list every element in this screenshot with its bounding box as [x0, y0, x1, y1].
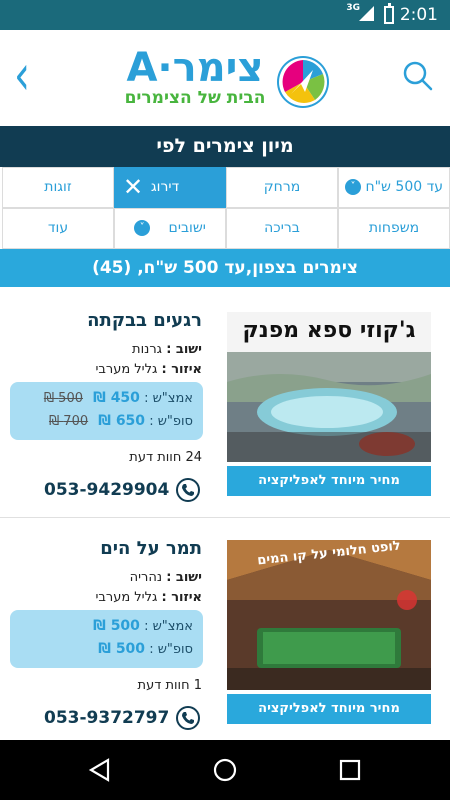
weekend-price-row: סופ"ש : 500 ₪ [18, 641, 193, 657]
close-icon[interactable]: ✕ [123, 168, 143, 207]
listing-title[interactable]: תמר על הים [12, 538, 202, 559]
settlement-label: ישוב : [166, 342, 202, 357]
network-type: 3G [346, 3, 360, 13]
recents-square-icon[interactable] [338, 758, 362, 782]
app-header: ‹ צימר·A הבית של הצימרים [0, 30, 450, 126]
settlement-label: ישוב : [166, 570, 202, 585]
results-summary: צימרים בצפון,עד 500 ש"ח, (45) [0, 249, 450, 287]
midweek-label: אמצ"ש : [144, 619, 193, 634]
reviews-count[interactable]: 1 חוות דעת [12, 678, 202, 693]
battery-icon [384, 3, 394, 24]
midweek-price-row: אמצ"ש : 500 ₪ [18, 618, 193, 634]
settlement-row: ישוב : נהריה [12, 570, 202, 585]
signal-icon [359, 6, 374, 21]
phone-icon[interactable] [176, 706, 200, 730]
phone-number[interactable]: 053-9429904 [44, 480, 169, 500]
settlement-row: ישוב : גרנות [12, 342, 202, 357]
filter-couples[interactable]: זוגות [2, 167, 114, 208]
region-value: גליל מערבי [95, 590, 158, 605]
logo-badge-icon [277, 56, 329, 108]
chevron-down-icon: ˅ [134, 220, 151, 236]
chevron-down-icon: ˅ [344, 179, 361, 195]
special-price-button[interactable]: מחיר מיוחד לאפליקציה [227, 694, 431, 724]
logo-title: צימר·A [126, 45, 264, 91]
back-triangle-icon[interactable] [88, 758, 112, 782]
photo-caption: ג'קוזי ספא מפנק [242, 318, 416, 343]
filter-rating-label: דירוג [150, 179, 180, 195]
filter-more[interactable]: עוד [2, 208, 114, 249]
phone-number[interactable]: 053-9372797 [44, 708, 169, 728]
listing-title[interactable]: רגעים בבקתה [12, 310, 202, 331]
midweek-old-price: 500 ₪ [43, 391, 83, 406]
weekend-label: סופ"ש : [149, 414, 193, 429]
system-nav-bar [0, 740, 450, 800]
midweek-price: 450 ₪ [93, 390, 140, 406]
status-bar: 3G 2:01 [0, 0, 450, 30]
listing-card[interactable]: ג'קוזי ספא מפנק מחיר מיוחד לאפליקציה רגע… [0, 290, 450, 518]
special-price-button[interactable]: מחיר מיוחד לאפליקציה [227, 466, 431, 496]
reviews-count[interactable]: 24 חוות דעת [12, 450, 202, 465]
phone-icon[interactable] [176, 478, 200, 502]
weekend-price-row: סופ"ש : 650 ₪ 700 ₪ [18, 413, 193, 429]
weekend-price: 650 ₪ [98, 413, 146, 429]
filter-price[interactable]: עד 500 ש"ח ˅ [338, 167, 450, 208]
filter-price-label: עד 500 ש"ח [365, 179, 443, 195]
search-icon[interactable] [402, 60, 434, 92]
filter-settlements-label: ישובים [168, 220, 206, 236]
listing-photo[interactable]: ג'קוזי ספא מפנק [227, 312, 431, 462]
settlement-value: נהריה [129, 570, 163, 585]
filter-distance[interactable]: מרחק [226, 167, 338, 208]
price-box: אמצ"ש : 450 ₪ 500 ₪ סופ"ש : 650 ₪ 700 ₪ [10, 382, 203, 440]
clock: 2:01 [399, 5, 438, 25]
midweek-label: אמצ"ש : [144, 391, 193, 406]
filter-grid: עד 500 ש"ח ˅ מרחק דירוג ✕ זוגות משפחות ב… [0, 167, 450, 249]
region-value: גליל מערבי [95, 362, 158, 377]
listing-card[interactable]: לופט חלומי על קו המים מחיר מיוחד לאפליקצ… [0, 518, 450, 746]
listing-photo[interactable]: לופט חלומי על קו המים [227, 540, 431, 690]
weekend-label: סופ"ש : [149, 642, 193, 657]
weekend-old-price: 700 ₪ [48, 414, 89, 429]
filter-rating[interactable]: דירוג ✕ [114, 167, 226, 208]
chevron-left-icon[interactable]: ‹ [14, 48, 30, 104]
filter-families[interactable]: משפחות [338, 208, 450, 249]
midweek-price: 500 ₪ [93, 618, 140, 634]
logo-subtitle: הבית של הצימרים [124, 88, 266, 108]
filter-settlements[interactable]: ישובים ˅ [114, 208, 226, 249]
price-box: אמצ"ש : 500 ₪ סופ"ש : 500 ₪ [10, 610, 203, 668]
filter-pool[interactable]: בריכה [226, 208, 338, 249]
region-label: איזור : [161, 590, 202, 605]
sort-header: מיון צימרים לפי [0, 126, 450, 167]
midweek-price-row: אמצ"ש : 450 ₪ 500 ₪ [18, 390, 193, 406]
weekend-price: 500 ₪ [98, 641, 146, 657]
region-row: איזור : גליל מערבי [12, 590, 202, 605]
home-circle-icon[interactable] [213, 758, 237, 782]
settlement-value: גרנות [132, 342, 163, 357]
region-row: איזור : גליל מערבי [12, 362, 202, 377]
region-label: איזור : [161, 362, 202, 377]
